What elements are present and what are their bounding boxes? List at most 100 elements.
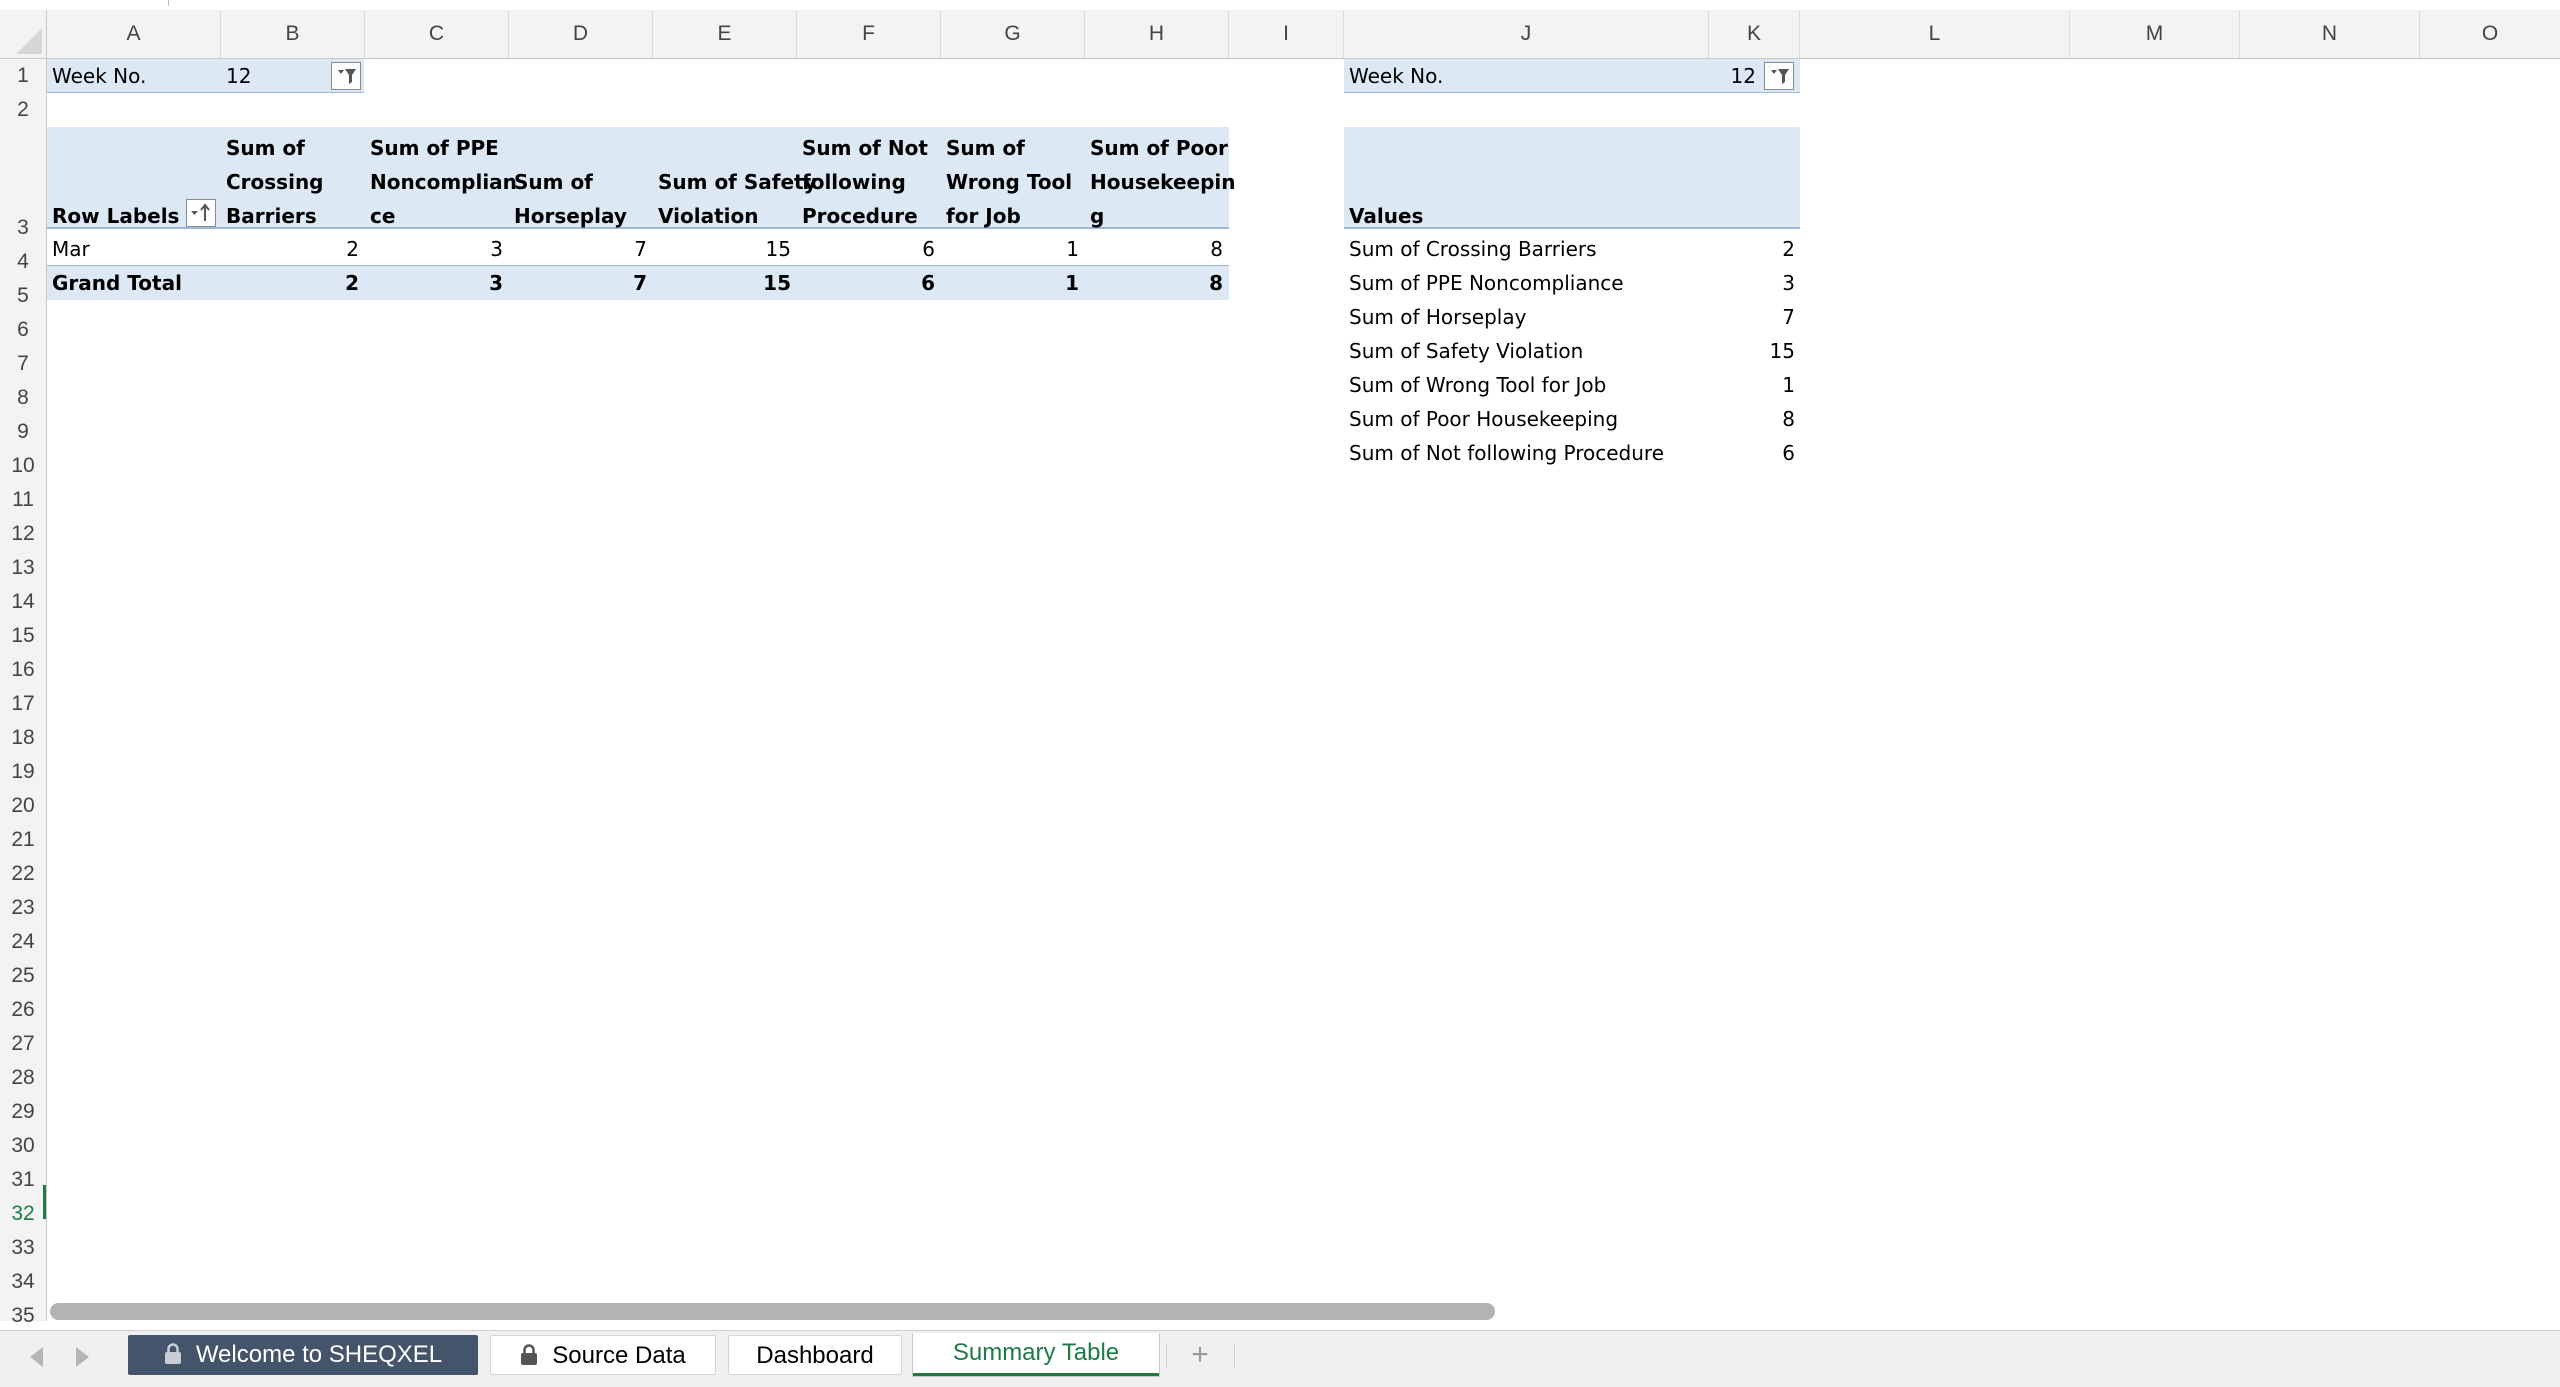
column-header-a[interactable]: A <box>47 10 221 58</box>
tab-welcome[interactable]: Welcome to SHEQXEL <box>128 1335 478 1375</box>
values-item-label[interactable]: Sum of Not following Procedure <box>1349 436 1664 470</box>
values-item-label[interactable]: Sum of Safety Violation <box>1349 334 1583 368</box>
left-filter-value[interactable]: 12 <box>226 59 251 93</box>
column-header-d[interactable]: D <box>509 10 653 58</box>
pivot-cell[interactable]: 6 <box>797 232 935 266</box>
row-header-active[interactable]: 32 <box>0 1197 46 1231</box>
column-header-g[interactable]: G <box>941 10 1085 58</box>
grand-total-cell[interactable]: 2 <box>221 266 359 300</box>
header-ppe-line2: Noncomplian <box>370 170 517 194</box>
row-header[interactable]: 5 <box>0 279 46 313</box>
row-header[interactable]: 6 <box>0 313 46 347</box>
row-header[interactable]: 19 <box>0 755 46 789</box>
grand-total-cell[interactable]: 1 <box>941 266 1079 300</box>
row-header[interactable]: 34 <box>0 1265 46 1299</box>
row-header[interactable]: 30 <box>0 1129 46 1163</box>
column-header-k[interactable]: K <box>1709 10 1800 58</box>
column-header-h[interactable]: H <box>1085 10 1229 58</box>
grand-total-label[interactable]: Grand Total <box>52 266 182 300</box>
left-filter-label: Week No. <box>52 64 147 88</box>
column-header-o[interactable]: O <box>2420 10 2560 58</box>
right-filter-value[interactable]: 12 <box>1709 59 1756 93</box>
values-item-label[interactable]: Sum of PPE Noncompliance <box>1349 266 1624 300</box>
next-sheet-icon[interactable] <box>76 1347 89 1367</box>
grand-total-cell[interactable]: 7 <box>509 266 647 300</box>
column-header-m[interactable]: M <box>2070 10 2240 58</box>
column-header-c[interactable]: C <box>365 10 509 58</box>
values-item-label[interactable]: Sum of Wrong Tool for Job <box>1349 368 1606 402</box>
grand-total-cell[interactable]: 8 <box>1085 266 1223 300</box>
values-item-label[interactable]: Sum of Crossing Barriers <box>1349 232 1597 266</box>
horizontal-scrollbar[interactable] <box>50 1303 1495 1320</box>
tab-summary-label: Summary Table <box>952 1339 1120 1366</box>
row-header[interactable]: 18 <box>0 721 46 755</box>
row-header[interactable]: 35 <box>0 1299 46 1333</box>
row-header[interactable]: 1 <box>0 59 46 93</box>
row-header[interactable]: 12 <box>0 517 46 551</box>
tab-source-data[interactable]: Source Data <box>490 1335 716 1375</box>
row-header[interactable]: 8 <box>0 381 46 415</box>
row-header[interactable]: 17 <box>0 687 46 721</box>
column-header-l[interactable]: L <box>1800 10 2070 58</box>
values-item-value[interactable]: 8 <box>1709 402 1795 436</box>
pivot-cell[interactable]: 7 <box>509 232 647 266</box>
row-header[interactable]: 2 <box>0 93 46 127</box>
row-header[interactable]: 4 <box>0 245 46 279</box>
pivot-row-label[interactable]: Mar <box>52 232 90 266</box>
previous-sheet-icon[interactable] <box>30 1347 43 1367</box>
column-header-j[interactable]: J <box>1344 10 1709 58</box>
tab-dashboard[interactable]: Dashboard <box>728 1335 902 1375</box>
pivot-cell[interactable]: 8 <box>1085 232 1223 266</box>
row-header[interactable]: 16 <box>0 653 46 687</box>
row-header[interactable]: 31 <box>0 1163 46 1197</box>
row-header[interactable]: 3 <box>0 211 46 245</box>
select-all-corner[interactable] <box>0 10 47 58</box>
add-sheet-button[interactable]: + <box>1172 1335 1228 1375</box>
row-header[interactable]: 22 <box>0 857 46 891</box>
left-filter-button[interactable] <box>331 62 361 90</box>
grand-total-cell[interactable]: 3 <box>365 266 503 300</box>
row-header[interactable]: 25 <box>0 959 46 993</box>
grand-total-cell[interactable]: 15 <box>653 266 791 300</box>
values-item-label[interactable]: Sum of Horseplay <box>1349 300 1526 334</box>
tab-summary-table[interactable]: Summary Table <box>912 1333 1160 1377</box>
column-header-b[interactable]: B <box>221 10 365 58</box>
row-header[interactable]: 24 <box>0 925 46 959</box>
values-item-label[interactable]: Sum of Poor Housekeeping <box>1349 402 1618 436</box>
row-header[interactable]: 23 <box>0 891 46 925</box>
row-header[interactable]: 33 <box>0 1231 46 1265</box>
row-header[interactable]: 20 <box>0 789 46 823</box>
row-header[interactable]: 26 <box>0 993 46 1027</box>
column-header-i[interactable]: I <box>1229 10 1344 58</box>
pivot-cell[interactable]: 15 <box>653 232 791 266</box>
row-header[interactable]: 13 <box>0 551 46 585</box>
row-header[interactable]: 9 <box>0 415 46 449</box>
values-item-value[interactable]: 7 <box>1709 300 1795 334</box>
tab-dashboard-label: Dashboard <box>756 1342 874 1369</box>
values-item-value[interactable]: 2 <box>1709 232 1795 266</box>
row-header[interactable]: 15 <box>0 619 46 653</box>
pivot-cell[interactable]: 2 <box>221 232 359 266</box>
row-header[interactable]: 28 <box>0 1061 46 1095</box>
row-header-column: 1 2 3 4 5 6 7 8 9 10 11 12 13 14 15 16 1… <box>0 59 47 1327</box>
values-item-value[interactable]: 3 <box>1709 266 1795 300</box>
row-header[interactable]: 21 <box>0 823 46 857</box>
pivot-cell[interactable]: 1 <box>941 232 1079 266</box>
column-header-n[interactable]: N <box>2240 10 2420 58</box>
row-header[interactable]: 29 <box>0 1095 46 1129</box>
header-procedure-line1: Sum of Not <box>802 136 928 160</box>
right-filter-button[interactable] <box>1764 62 1794 90</box>
column-header-e[interactable]: E <box>653 10 797 58</box>
row-header[interactable]: 27 <box>0 1027 46 1061</box>
row-header[interactable]: 14 <box>0 585 46 619</box>
values-item-value[interactable]: 1 <box>1709 368 1795 402</box>
row-labels-sort-button[interactable] <box>186 199 216 227</box>
values-item-value[interactable]: 6 <box>1709 436 1795 470</box>
column-header-f[interactable]: F <box>797 10 941 58</box>
pivot-cell[interactable]: 3 <box>365 232 503 266</box>
row-header[interactable]: 7 <box>0 347 46 381</box>
grand-total-cell[interactable]: 6 <box>797 266 935 300</box>
values-item-value[interactable]: 15 <box>1709 334 1795 368</box>
row-header[interactable]: 10 <box>0 449 46 483</box>
row-header[interactable]: 11 <box>0 483 46 517</box>
